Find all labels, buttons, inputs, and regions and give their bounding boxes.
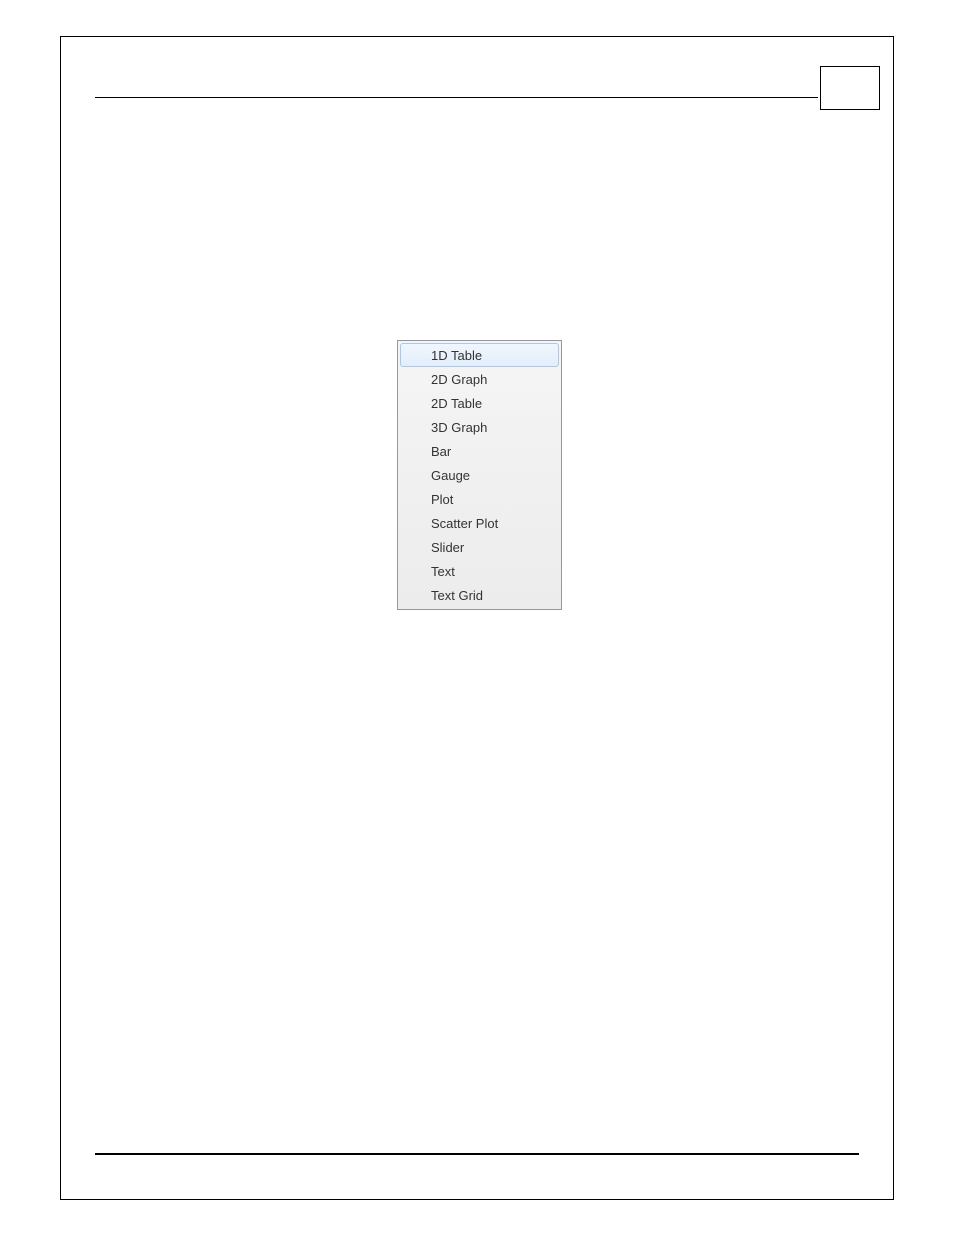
menu-item-plot[interactable]: Plot — [400, 487, 559, 511]
footer-rule — [95, 1153, 859, 1155]
menu-item-scatter-plot[interactable]: Scatter Plot — [400, 511, 559, 535]
page-frame: 1D Table 2D Graph 2D Table 3D Graph Bar … — [60, 36, 894, 1200]
menu-item-text[interactable]: Text — [400, 559, 559, 583]
menu-item-label: Plot — [431, 492, 453, 507]
menu-item-label: Scatter Plot — [431, 516, 498, 531]
menu-item-label: Text Grid — [431, 588, 483, 603]
menu-item-label: Text — [431, 564, 455, 579]
header-rule — [95, 97, 818, 98]
menu-item-2d-table[interactable]: 2D Table — [400, 391, 559, 415]
menu-item-label: 3D Graph — [431, 420, 487, 435]
menu-item-slider[interactable]: Slider — [400, 535, 559, 559]
menu-item-label: Gauge — [431, 468, 470, 483]
menu-item-text-grid[interactable]: Text Grid — [400, 583, 559, 607]
menu-item-label: 2D Table — [431, 396, 482, 411]
menu-item-1d-table[interactable]: 1D Table — [400, 343, 559, 367]
menu-item-2d-graph[interactable]: 2D Graph — [400, 367, 559, 391]
menu-item-gauge[interactable]: Gauge — [400, 463, 559, 487]
menu-item-label: Slider — [431, 540, 464, 555]
menu-item-3d-graph[interactable]: 3D Graph — [400, 415, 559, 439]
context-menu: 1D Table 2D Graph 2D Table 3D Graph Bar … — [397, 340, 562, 610]
menu-item-bar[interactable]: Bar — [400, 439, 559, 463]
menu-item-label: Bar — [431, 444, 451, 459]
menu-item-label: 2D Graph — [431, 372, 487, 387]
page-number-box — [820, 66, 880, 110]
menu-item-label: 1D Table — [431, 348, 482, 363]
